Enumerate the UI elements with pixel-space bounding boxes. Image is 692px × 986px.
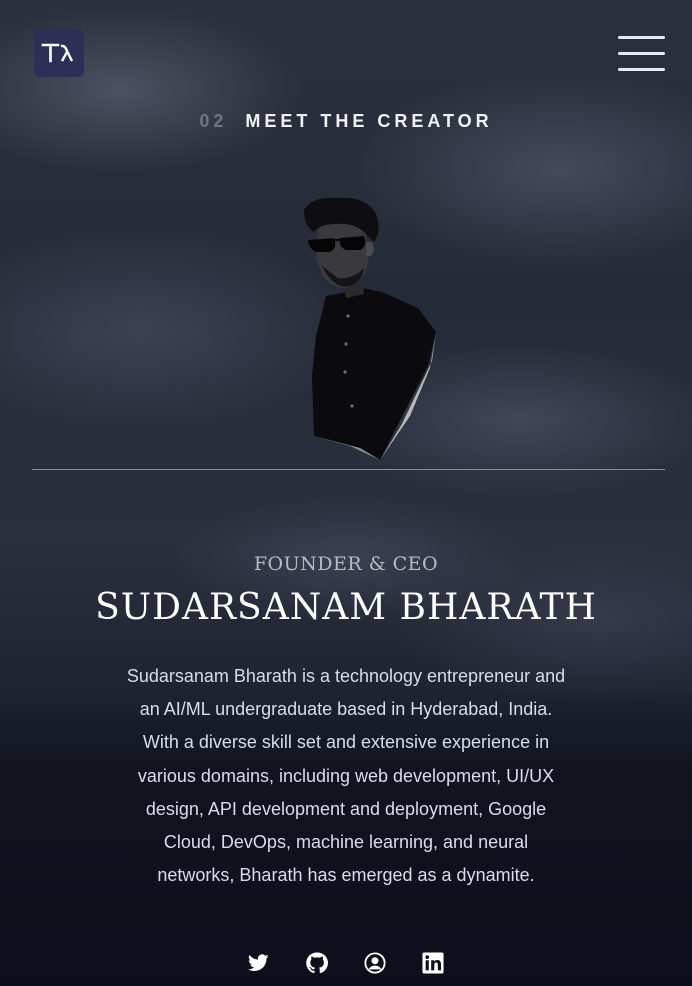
social-links [0, 952, 692, 976]
section-title: MEET THE CREATOR [245, 111, 493, 131]
section-heading: 02 MEET THE CREATOR [0, 111, 692, 132]
section-divider [32, 469, 665, 470]
section-number: 02 [199, 111, 228, 131]
twitter-icon[interactable] [247, 952, 269, 974]
brand-logo[interactable] [34, 29, 84, 77]
user-circle-icon[interactable] [364, 952, 386, 974]
creator-role: FOUNDER & CEO [253, 553, 439, 575]
creator-bio: Sudarsanam Bharath is a technology entre… [126, 666, 566, 886]
github-glyph [306, 952, 328, 974]
creator-portrait [304, 197, 436, 460]
hamburger-menu-icon[interactable] [618, 36, 666, 72]
creator-name: SUDARSANAM BHARATH [95, 587, 597, 628]
linkedin-icon[interactable] [422, 952, 444, 974]
linkedin-glyph [422, 952, 444, 974]
logo-mark-icon [41, 43, 74, 63]
github-icon[interactable] [306, 952, 328, 974]
twitter-glyph [247, 954, 269, 972]
user-circle-glyph [364, 952, 386, 974]
